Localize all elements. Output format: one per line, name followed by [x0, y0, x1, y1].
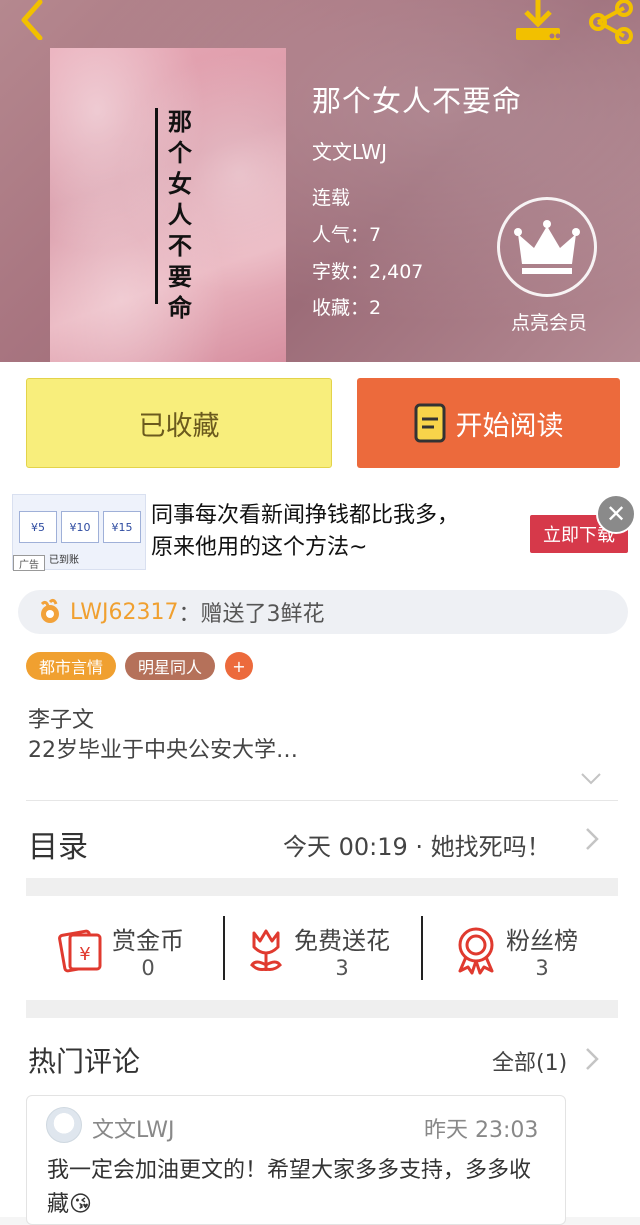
book-intro[interactable]: 李子文 22岁毕业于中央公安大学… — [28, 706, 298, 766]
toc-latest-chapter[interactable]: 今天 00:19 · 她找死吗！ — [283, 827, 551, 862]
comment-time: 昨天 23:03 — [424, 1118, 539, 1143]
share-icon[interactable] — [586, 0, 634, 45]
stat-free-flowers[interactable]: 免费送花 3 — [246, 915, 416, 985]
ad-thumbnail[interactable]: ¥5 ¥10 ¥15 已到账 广告 — [12, 494, 146, 571]
book-popularity: 人气：7 — [312, 224, 382, 246]
expand-chevron-icon[interactable] — [580, 770, 602, 791]
comment-text: 我一定会加油更文的！希望大家多多支持，多多收藏😘 — [47, 1158, 532, 1217]
start-reading-button[interactable]: 开始阅读 — [357, 378, 620, 468]
book-title: 那个女人不要命 — [312, 84, 523, 118]
stat-fan-ranking[interactable]: 粉丝榜 3 — [454, 915, 614, 985]
divider — [26, 800, 618, 801]
cover-title: 那个女人不要命 — [168, 107, 192, 322]
gift-notice[interactable]: LWJ62317 ：赠送了3鲜花 — [18, 590, 628, 634]
stat-separator — [421, 916, 423, 980]
book-favorites: 收藏：2 — [312, 297, 382, 319]
chevron-right-icon[interactable] — [584, 1046, 600, 1076]
ad-coupon-3: ¥15 — [103, 511, 141, 543]
stat-label: 赏金币 — [112, 926, 184, 955]
book-author[interactable]: 文文LWJ — [312, 136, 387, 165]
ad-coupon-1: ¥5 — [19, 511, 57, 543]
collected-label: 已收藏 — [138, 410, 220, 442]
gift-user[interactable]: LWJ62317 — [70, 600, 178, 625]
comment-user[interactable]: 文文LWJ — [92, 1112, 174, 1144]
medal-icon — [454, 925, 498, 975]
svg-text:¥: ¥ — [79, 944, 90, 965]
stat-value: 0 — [141, 955, 155, 980]
stat-value: 3 — [535, 955, 549, 980]
vip-label[interactable]: 点亮会员 — [490, 308, 608, 335]
intro-line-1: 李子文 — [28, 708, 95, 733]
back-icon[interactable] — [14, 0, 48, 41]
all-comments-link[interactable]: 全部(1) — [492, 1045, 567, 1077]
gift-text: ：赠送了3鲜花 — [178, 602, 325, 627]
ad-coupon-2: ¥10 — [61, 511, 99, 543]
flower-gift-icon — [246, 925, 286, 975]
intro-line-2: 22岁毕业于中央公安大学… — [28, 738, 298, 763]
cover-divider-line — [155, 108, 158, 304]
tag-celebrity-fanfic[interactable]: 明星同人 — [125, 652, 215, 680]
download-icon[interactable] — [512, 0, 564, 42]
ad-thumb-caption: 已到账 — [49, 555, 79, 566]
stat-value: 3 — [335, 955, 349, 980]
close-icon[interactable]: ✕ — [596, 494, 636, 534]
stat-label: 粉丝榜 — [506, 926, 578, 955]
ad-badge: 广告 — [13, 555, 45, 571]
tag-romance[interactable]: 都市言情 — [26, 652, 116, 680]
red-envelope-icon: ¥ — [58, 927, 104, 973]
toc-label[interactable]: 目录 — [28, 822, 88, 866]
flower-icon — [36, 598, 64, 626]
ad-text[interactable]: 同事每次看新闻挣钱都比我多， 原来他用的这个方法~ — [151, 500, 511, 564]
add-tag-button[interactable]: + — [225, 652, 253, 680]
book-cover[interactable]: 那个女人不要命 — [50, 48, 286, 362]
collected-button[interactable]: 已收藏 — [26, 378, 332, 468]
ad-text-line-1: 同事每次看新闻挣钱都比我多， — [151, 503, 460, 528]
chevron-right-icon[interactable] — [584, 826, 600, 859]
section-separator — [26, 1000, 618, 1018]
stat-label: 免费送花 — [294, 926, 390, 955]
book-word-count: 字数：2,407 — [312, 261, 424, 283]
start-reading-label: 开始阅读 — [455, 410, 564, 442]
section-separator — [26, 878, 618, 896]
stat-reward-coins[interactable]: ¥ 赏金币 0 — [58, 915, 218, 985]
vip-button[interactable] — [497, 197, 597, 297]
book-status: 连载 — [312, 187, 351, 209]
hot-comments-title: 热门评论 — [28, 1045, 141, 1078]
ad-text-line-2: 原来他用的这个方法~ — [151, 535, 368, 560]
crown-icon — [514, 220, 580, 274]
book-icon — [414, 403, 446, 443]
stat-separator — [223, 916, 225, 980]
avatar[interactable] — [46, 1107, 82, 1143]
